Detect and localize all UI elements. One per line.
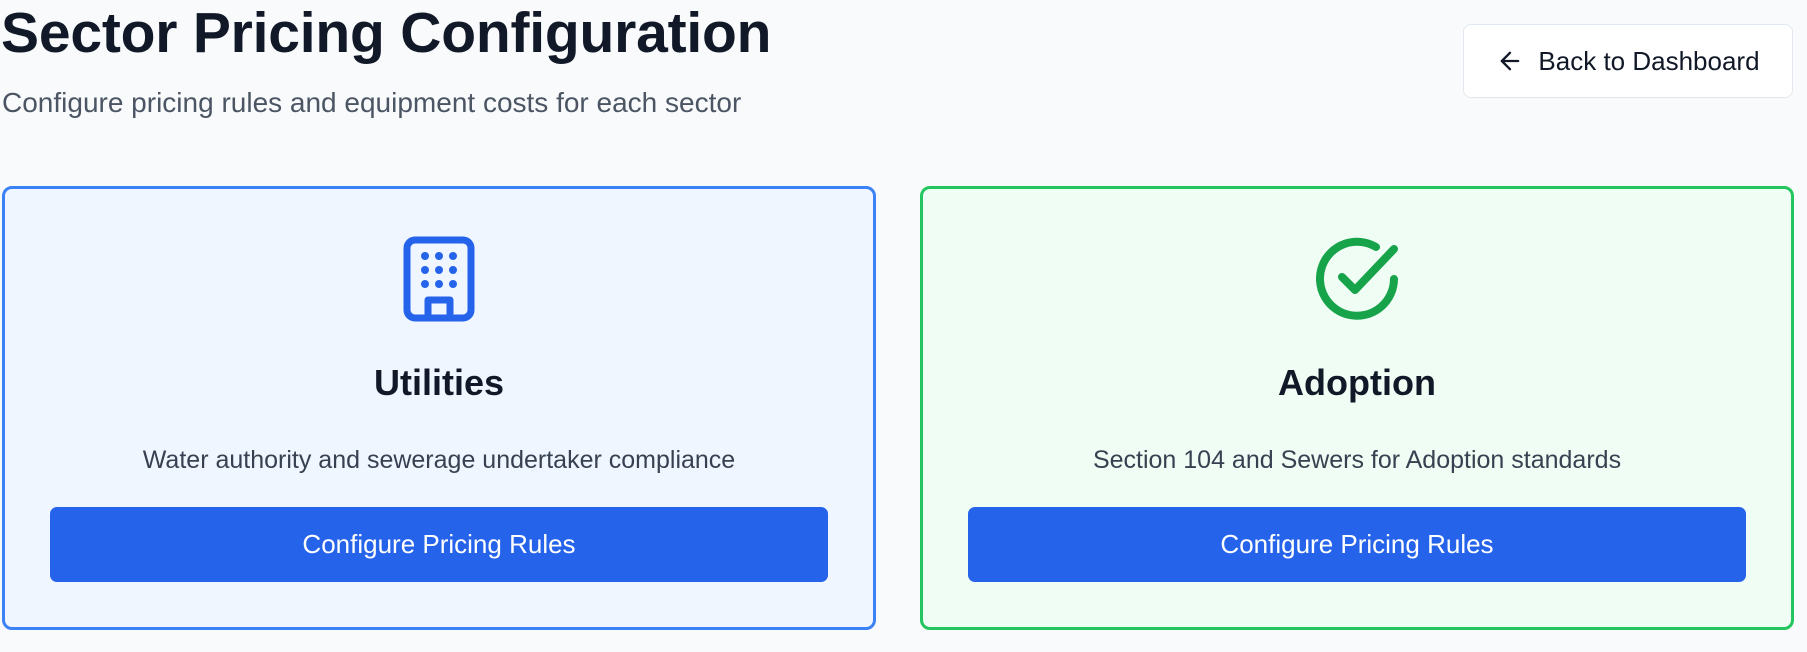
- back-to-dashboard-label: Back to Dashboard: [1538, 45, 1760, 76]
- configure-pricing-rules-button[interactable]: Configure Pricing Rules: [968, 507, 1746, 582]
- configure-pricing-rules-button[interactable]: Configure Pricing Rules: [50, 507, 828, 582]
- page-title: Sector Pricing Configuration: [1, 1, 772, 65]
- sector-card-description: Water authority and sewerage undertaker …: [142, 446, 736, 474]
- back-to-dashboard-button[interactable]: Back to Dashboard: [1463, 24, 1793, 98]
- arrow-left-icon: [1496, 47, 1524, 75]
- sector-card-adoption: Adoption Section 104 and Sewers for Adop…: [920, 186, 1794, 630]
- building-icon: [396, 236, 482, 322]
- sector-card-title: Adoption: [1278, 362, 1436, 403]
- sector-card-description: Section 104 and Sewers for Adoption stan…: [1092, 446, 1622, 474]
- sector-card-title: Utilities: [373, 362, 505, 403]
- page-subtitle: Configure pricing rules and equipment co…: [2, 87, 742, 118]
- sector-card-utilities: Utilities Water authority and sewerage u…: [2, 186, 876, 630]
- check-circle-icon: [1314, 236, 1400, 322]
